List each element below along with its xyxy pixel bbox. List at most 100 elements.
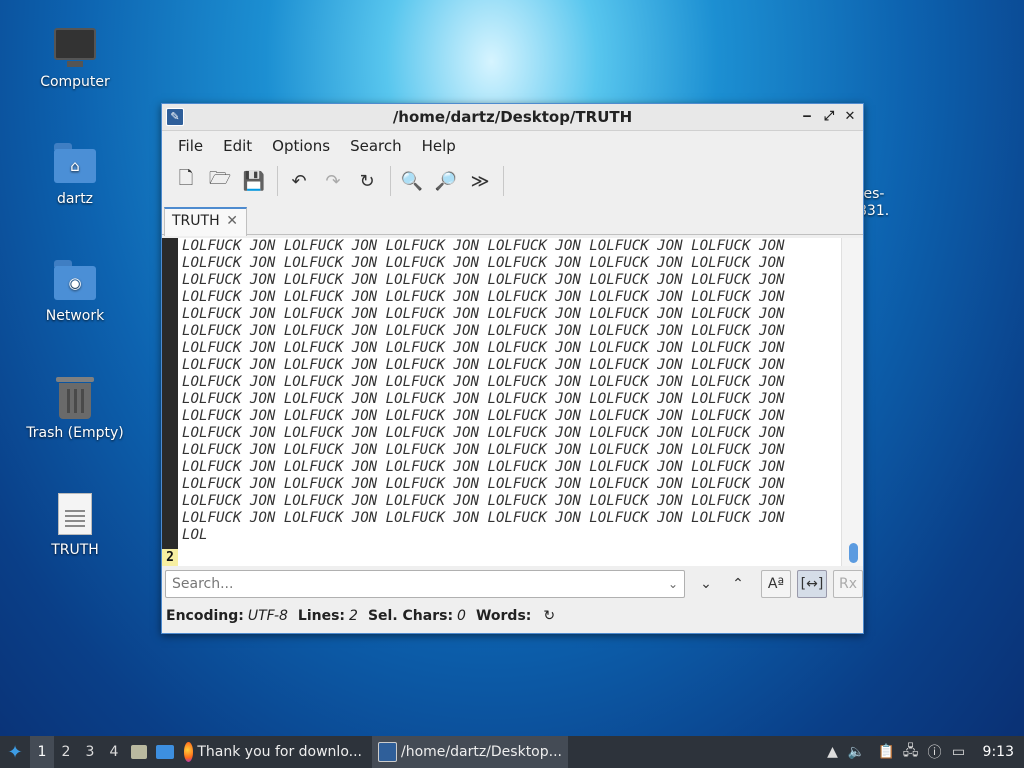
toolbar-separator <box>503 166 504 196</box>
toolbar: 🗋 🗁 💾 ↶ ↷ ↻ 🔍 🔎 ≫ <box>162 161 863 201</box>
desktop-icon-trash[interactable]: Trash (Empty) <box>20 373 130 441</box>
notification-icon[interactable]: ⓘ <box>923 736 947 768</box>
editor-line: LOLFUCK JON LOLFUCK JON LOLFUCK JON LOLF… <box>182 289 785 305</box>
task-text-editor[interactable]: /home/dartz/Desktop... <box>372 736 568 768</box>
text-editor[interactable]: 2 LOLFUCK JON LOLFUCK JON LOLFUCK JON LO… <box>162 238 863 566</box>
firefox-icon <box>184 742 194 762</box>
workspace-3[interactable]: 3 <box>78 736 102 768</box>
chevron-up-icon: ⌃ <box>732 576 744 592</box>
find-icon: 🔍 <box>400 170 424 192</box>
editor-line: LOLFUCK JON LOLFUCK JON LOLFUCK JON LOLF… <box>182 459 785 475</box>
taskbar: ✦ 1 2 3 4 Thank you for downlo... /home/… <box>0 736 1024 768</box>
editor-line: LOLFUCK JON LOLFUCK JON LOLFUCK JON LOLF… <box>182 510 785 526</box>
save-button[interactable]: 💾 <box>238 165 270 197</box>
more-button[interactable]: ≫ <box>464 165 496 197</box>
tab-label: TRUTH <box>172 213 220 229</box>
desktop-icon-truth-file[interactable]: TRUTH <box>20 490 130 558</box>
regex-icon: Rx <box>838 576 857 592</box>
task-label: Thank you for downlo... <box>197 744 362 760</box>
menu-bar: File Edit Options Search Help <box>162 131 863 161</box>
replace-button[interactable]: 🔎 <box>430 165 462 197</box>
toolbar-separator <box>277 166 278 196</box>
whole-word-icon: [↔] <box>800 576 824 592</box>
menu-search[interactable]: Search <box>340 137 412 155</box>
editor-line: LOLFUCK JON LOLFUCK JON LOLFUCK JON LOLF… <box>182 255 785 271</box>
file-manager-launcher-icon[interactable] <box>126 736 152 768</box>
maximize-button[interactable]: ⤢ <box>819 107 839 127</box>
tab-close-icon[interactable]: ✕ <box>226 209 238 234</box>
task-label: /home/dartz/Desktop... <box>401 744 562 760</box>
new-file-icon: 🗋 <box>178 168 194 189</box>
menu-edit[interactable]: Edit <box>213 137 262 155</box>
desktop-icon-computer[interactable]: Computer <box>20 22 130 90</box>
find-next-button[interactable]: ⌄ <box>691 570 721 598</box>
redo-button[interactable]: ↷ <box>317 165 349 197</box>
search-input[interactable]: Search... ⌄ <box>165 570 685 598</box>
workspace-1[interactable]: 1 <box>30 736 54 768</box>
system-tray: ▲ 🔈 📋 🖧 ⓘ ▭ 9:13 <box>821 736 1024 768</box>
desktop-icon-label: Trash (Empty) <box>26 425 124 441</box>
start-menu-icon[interactable]: ✦ <box>0 736 30 768</box>
menu-help[interactable]: Help <box>412 137 466 155</box>
display-icon[interactable]: ▭ <box>947 736 971 768</box>
show-desktop-icon[interactable] <box>152 736 178 768</box>
minimize-button[interactable]: ‒ <box>797 107 817 127</box>
find-previous-button[interactable]: ⌃ <box>723 570 753 598</box>
network-icon[interactable]: 🖧 <box>899 736 923 768</box>
refresh-icon[interactable]: ↻ <box>543 608 555 624</box>
menu-options[interactable]: Options <box>262 137 340 155</box>
desktop-icon-label: dartz <box>56 191 94 207</box>
editor-line: LOLFUCK JON LOLFUCK JON LOLFUCK JON LOLF… <box>182 374 785 390</box>
open-file-button[interactable]: 🗁 <box>204 165 236 197</box>
tab-truth[interactable]: TRUTH ✕ <box>164 207 247 236</box>
editor-line: LOLFUCK JON LOLFUCK JON LOLFUCK JON LOLF… <box>182 238 785 254</box>
new-file-button[interactable]: 🗋 <box>170 165 202 197</box>
task-firefox[interactable]: Thank you for downlo... <box>178 736 368 768</box>
clock[interactable]: 9:13 <box>971 744 1024 760</box>
text-file-icon <box>51 490 99 538</box>
find-button[interactable]: 🔍 <box>396 165 428 197</box>
desktop-icon-home[interactable]: ⌂ dartz <box>20 139 130 207</box>
match-case-icon: Aª <box>767 576 785 592</box>
editor-line: LOLFUCK JON LOLFUCK JON LOLFUCK JON LOLF… <box>182 391 785 407</box>
editor-line: LOL <box>182 527 208 543</box>
status-bar: Encoding: UTF-8 Lines: 2 Sel. Chars: 0 W… <box>166 604 863 628</box>
featherpad-icon <box>378 742 397 762</box>
tab-bar: TRUTH ✕ <box>162 201 863 236</box>
desktop-icon-label: Computer <box>40 74 110 90</box>
reload-button[interactable]: ↻ <box>351 165 383 197</box>
menu-file[interactable]: File <box>168 137 213 155</box>
editor-line: LOLFUCK JON LOLFUCK JON LOLFUCK JON LOLF… <box>182 306 785 322</box>
window-title: /home/dartz/Desktop/TRUTH <box>392 108 633 126</box>
editor-line: LOLFUCK JON LOLFUCK JON LOLFUCK JON LOLF… <box>182 408 785 424</box>
trash-icon <box>51 373 99 421</box>
updates-icon[interactable]: ▲ <box>821 736 845 768</box>
workspace-2[interactable]: 2 <box>54 736 78 768</box>
close-button[interactable]: ✕ <box>840 107 860 127</box>
editor-line: LOLFUCK JON LOLFUCK JON LOLFUCK JON LOLF… <box>182 476 785 492</box>
undo-button[interactable]: ↶ <box>283 165 315 197</box>
search-bar: Search... ⌄ ⌄ ⌃ Aª [↔] Rx <box>162 566 863 602</box>
scrollbar-thumb[interactable] <box>849 543 858 563</box>
desktop-icon-network[interactable]: ◉ Network <box>20 256 130 324</box>
whole-word-button[interactable]: [↔] <box>797 570 827 598</box>
line-number-gutter: 2 <box>162 238 178 566</box>
chevron-down-icon: ⌄ <box>700 576 712 592</box>
desktop-icon-label: Network <box>45 308 105 324</box>
encoding-value[interactable]: UTF-8 <box>248 608 288 624</box>
computer-icon <box>51 22 99 70</box>
match-case-button[interactable]: Aª <box>761 570 791 598</box>
open-folder-icon: 🗁 <box>208 168 232 189</box>
regex-button[interactable]: Rx <box>833 570 863 598</box>
vertical-scrollbar[interactable] <box>841 238 863 566</box>
clipboard-icon[interactable]: 📋 <box>875 736 899 768</box>
desktop-icon-label: TRUTH <box>51 542 99 558</box>
sel-chars-value: 0 <box>457 608 466 624</box>
workspace-4[interactable]: 4 <box>102 736 126 768</box>
volume-icon[interactable]: 🔈 <box>845 736 869 768</box>
redo-icon: ↷ <box>325 170 341 192</box>
chevron-down-icon[interactable]: ⌄ <box>668 571 678 597</box>
undo-icon: ↶ <box>291 170 307 192</box>
title-bar[interactable]: ✎ /home/dartz/Desktop/TRUTH ‒ ⤢ ✕ <box>162 104 863 131</box>
editor-text-area[interactable]: LOLFUCK JON LOLFUCK JON LOLFUCK JON LOLF… <box>182 238 841 566</box>
